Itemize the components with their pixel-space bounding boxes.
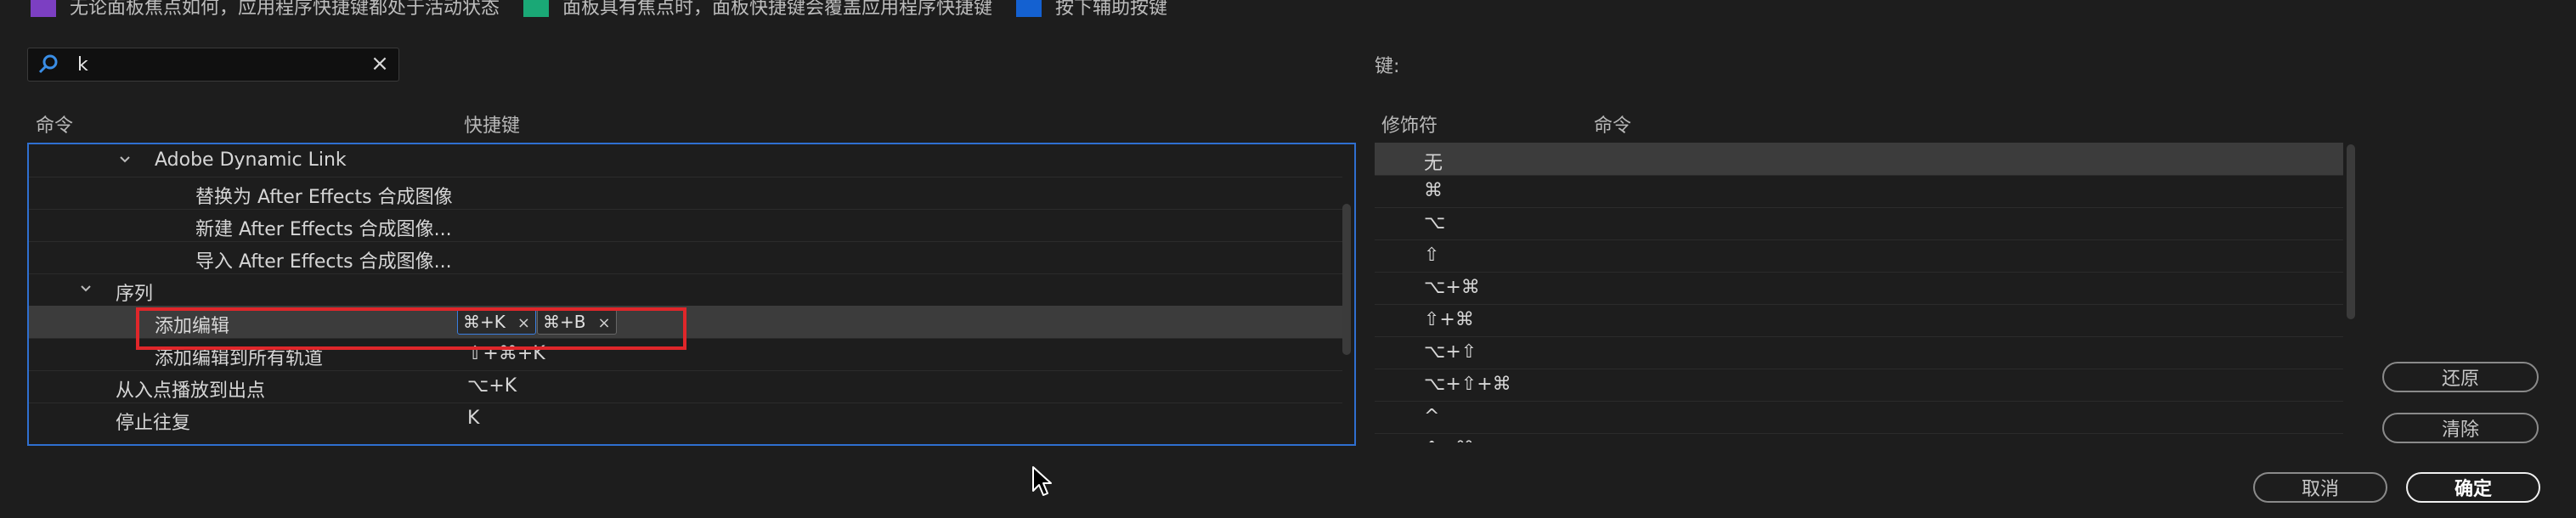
highlight-box xyxy=(136,307,686,350)
list-item[interactable]: 无 xyxy=(1375,143,2343,176)
modifier-table[interactable]: 无 ⌘ ⌥ ⇧ ⌥+⌘ ⇧+⌘ ⌥+⇧ ⌥+⇧+⌘ ^ ^+⌘ xyxy=(1375,143,2362,442)
table-row-sequence[interactable]: 序列 xyxy=(29,273,1342,307)
vertical-scrollbar[interactable] xyxy=(2347,144,2355,319)
row-label: 替换为 After Effects 合成图像 xyxy=(195,187,453,208)
header-command[interactable]: 命令 xyxy=(36,110,73,138)
list-item[interactable]: ⌥+⌘ xyxy=(1375,272,2343,305)
list-item[interactable]: ⌘ xyxy=(1375,175,2343,208)
modifier-label: ⌥+⇧ xyxy=(1424,341,1477,363)
shortcut-table[interactable]: 文件 Adobe Dynamic Link 替换为 After Effects … xyxy=(27,143,1356,446)
chevron-down-icon[interactable] xyxy=(76,279,95,298)
list-item[interactable]: ⇧ xyxy=(1375,239,2343,273)
vertical-scrollbar[interactable] xyxy=(1342,204,1351,355)
row-label: 序列 xyxy=(116,284,154,305)
modifier-label: ⇧+⌘ xyxy=(1424,309,1474,330)
table-row-dynamic-link[interactable]: Adobe Dynamic Link xyxy=(29,144,1342,177)
restore-button[interactable]: 还原 xyxy=(2382,362,2539,392)
ok-button[interactable]: 确定 xyxy=(2406,472,2540,503)
search-input[interactable] xyxy=(76,52,359,77)
row-shortcut[interactable]: ⌥+K xyxy=(467,375,517,397)
row-shortcut[interactable]: K xyxy=(467,408,479,429)
search-box[interactable]: × xyxy=(27,48,399,82)
table-row[interactable]: 替换为 After Effects 合成图像 xyxy=(29,177,1342,210)
legend-swatch-modifier xyxy=(1016,0,1042,17)
table-row[interactable]: 导入 After Effects 合成图像... xyxy=(29,241,1342,274)
modifier-label: ^ xyxy=(1424,406,1440,427)
header-modifier[interactable]: 修饰符 xyxy=(1381,110,1438,138)
table-row[interactable]: 文件 xyxy=(114,144,151,147)
row-label: 停止往复 xyxy=(116,413,191,434)
list-item[interactable]: ⌥+⇧ xyxy=(1375,336,2343,369)
chevron-down-icon[interactable] xyxy=(116,150,134,169)
list-item[interactable]: ^ xyxy=(1375,401,2343,434)
row-label: 新建 After Effects 合成图像... xyxy=(195,219,452,240)
cancel-button[interactable]: 取消 xyxy=(2253,472,2387,503)
legend-swatch-app xyxy=(31,0,56,17)
modifier-label: ^+⌘ xyxy=(1424,438,1474,442)
legend-swatch-panel xyxy=(523,0,550,17)
row-label: Adobe Dynamic Link xyxy=(155,149,347,171)
legend-text-panel: 面板具有焦点时，面板快捷键会覆盖应用程序快捷键 xyxy=(562,0,993,19)
legend: 无论面板焦点如何，应用程序快捷键都处于活动状态 面板具有焦点时，面板快捷键会覆盖… xyxy=(31,0,1191,20)
table-row[interactable]: 从入点播放到出点 ⌥+K xyxy=(29,370,1342,403)
list-item[interactable]: ⇧+⌘ xyxy=(1375,304,2343,337)
key-label: 键: xyxy=(1375,56,1400,77)
row-label: 从入点播放到出点 xyxy=(116,380,266,402)
close-icon[interactable]: × xyxy=(368,52,392,76)
header-shortcut[interactable]: 快捷键 xyxy=(464,110,520,138)
modifier-label: ⌘ xyxy=(1424,180,1443,201)
clear-button[interactable]: 清除 xyxy=(2382,413,2539,443)
header-command-right[interactable]: 命令 xyxy=(1594,110,1631,138)
mouse-pointer-icon xyxy=(1032,466,1052,496)
search-icon xyxy=(37,53,60,76)
legend-text-app: 无论面板焦点如何，应用程序快捷键都处于活动状态 xyxy=(70,0,500,19)
modifier-label: 无 xyxy=(1424,153,1443,174)
modifier-label: ⇧ xyxy=(1424,245,1440,266)
modifier-label: ⌥+⇧+⌘ xyxy=(1424,374,1511,395)
modifier-label: ⌥+⌘ xyxy=(1424,277,1480,298)
list-item[interactable]: ^+⌘ xyxy=(1375,433,2343,442)
modifier-label: ⌥ xyxy=(1424,212,1446,234)
legend-text-modifier: 按下辅助按键 xyxy=(1055,0,1168,19)
table-row[interactable]: 新建 After Effects 合成图像... xyxy=(29,209,1342,242)
table-row[interactable]: 停止往复 K xyxy=(29,403,1342,435)
list-item[interactable]: ⌥ xyxy=(1375,207,2343,240)
row-label: 导入 After Effects 合成图像... xyxy=(195,251,452,273)
list-item[interactable]: ⌥+⇧+⌘ xyxy=(1375,369,2343,402)
